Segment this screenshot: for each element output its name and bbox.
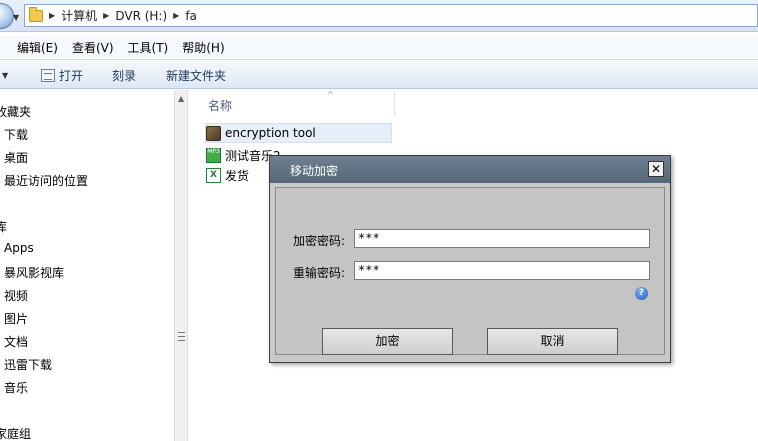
address-bar: ▼ ▶ 计算机 ▶ DVR (H:) ▶ fa — [0, 0, 758, 32]
menu-bar: 编辑(E) 查看(V) 工具(T) 帮助(H) — [0, 36, 758, 58]
nav-item-desktop[interactable]: 桌面 — [4, 149, 28, 166]
scroll-up-icon[interactable]: ▲ — [178, 94, 184, 103]
scroll-thumb-grip-icon[interactable] — [178, 332, 185, 341]
burn-button[interactable]: 刻录 — [112, 67, 136, 84]
new-folder-button-label: 新建文件夹 — [166, 69, 227, 83]
command-toolbar: ▼ 打开 刻录 新建文件夹 — [0, 59, 758, 89]
breadcrumb-drive[interactable]: DVR (H:) — [115, 9, 167, 23]
menu-view[interactable]: 查看(V) — [72, 39, 114, 56]
audio-file-icon: MP3 — [206, 147, 221, 163]
folder-icon — [29, 6, 43, 22]
nav-item-videos[interactable]: 视频 — [4, 287, 28, 304]
file-name: 发货 — [225, 168, 250, 183]
file-row-shipping[interactable]: X 发货 — [206, 165, 249, 185]
nav-item-pictures[interactable]: 图片 — [4, 310, 28, 327]
file-name: encryption tool — [225, 126, 316, 140]
recent-pages-dropdown-icon[interactable]: ▼ — [13, 13, 19, 22]
nav-favorites-header[interactable]: 收藏夹 — [0, 103, 31, 120]
cancel-button[interactable]: 取消 — [487, 328, 618, 355]
move-encrypt-dialog: 移动加密 ✕ 加密密码: *** 重输密码: *** ? 加密 取消 — [269, 155, 671, 363]
column-header-name[interactable]: ^ 名称 — [189, 90, 395, 116]
help-icon[interactable]: ? — [635, 287, 648, 300]
nav-pane-scrollbar[interactable]: ▲ — [174, 90, 188, 441]
chevron-right-icon[interactable]: ▶ — [103, 11, 109, 20]
nav-item-thunder-downloads[interactable]: 迅雷下载 — [4, 356, 52, 373]
password-label: 加密密码: — [293, 234, 346, 248]
nav-libraries-header[interactable]: 库 — [0, 218, 7, 235]
breadcrumb-computer[interactable]: 计算机 — [61, 7, 97, 24]
chevron-right-icon[interactable]: ▶ — [173, 11, 179, 20]
column-header-name-label: 名称 — [208, 99, 233, 113]
open-button[interactable]: 打开 — [41, 67, 83, 84]
chevron-right-icon[interactable]: ▶ — [49, 11, 55, 20]
dialog-title: 移动加密 — [290, 164, 339, 178]
nav-item-music[interactable]: 音乐 — [4, 379, 28, 396]
confirm-password-input[interactable]: *** — [354, 261, 650, 280]
nav-homegroup-header[interactable]: 家庭组 — [0, 425, 31, 441]
nav-item-recent-places[interactable]: 最近访问的位置 — [4, 172, 88, 189]
close-button[interactable]: ✕ — [648, 161, 664, 177]
sort-ascending-icon: ^ — [327, 90, 334, 99]
dialog-title-bar[interactable]: 移动加密 ✕ — [270, 156, 670, 183]
menu-help[interactable]: 帮助(H) — [182, 39, 224, 56]
back-button[interactable] — [0, 3, 14, 29]
menu-tools[interactable]: 工具(T) — [128, 39, 169, 56]
application-icon — [206, 125, 221, 141]
new-folder-button[interactable]: 新建文件夹 — [166, 67, 226, 84]
breadcrumb-folder[interactable]: fa — [185, 9, 197, 23]
address-input[interactable]: ▶ 计算机 ▶ DVR (H:) ▶ fa — [24, 4, 758, 27]
open-button-label: 打开 — [59, 69, 84, 83]
password-input[interactable]: *** — [354, 229, 650, 248]
nav-item-baofeng-library[interactable]: 暴风影视库 — [4, 264, 64, 281]
nav-item-downloads[interactable]: 下载 — [4, 126, 28, 143]
nav-item-apps[interactable]: Apps — [4, 241, 34, 255]
confirm-password-label: 重输密码: — [293, 266, 346, 280]
menu-edit[interactable]: 编辑(E) — [17, 39, 58, 56]
navigation-pane: 收藏夹 下载 桌面 最近访问的位置 库 Apps 暴风影视库 视频 图片 文档 … — [0, 90, 174, 441]
burn-button-label: 刻录 — [112, 69, 137, 83]
nav-item-documents[interactable]: 文档 — [4, 333, 28, 350]
organize-dropdown-icon[interactable]: ▼ — [2, 71, 8, 80]
spreadsheet-file-icon: X — [206, 167, 221, 183]
encrypt-button[interactable]: 加密 — [322, 328, 453, 355]
open-icon — [41, 69, 55, 82]
file-row-encryption-tool[interactable]: encryption tool — [205, 123, 392, 143]
